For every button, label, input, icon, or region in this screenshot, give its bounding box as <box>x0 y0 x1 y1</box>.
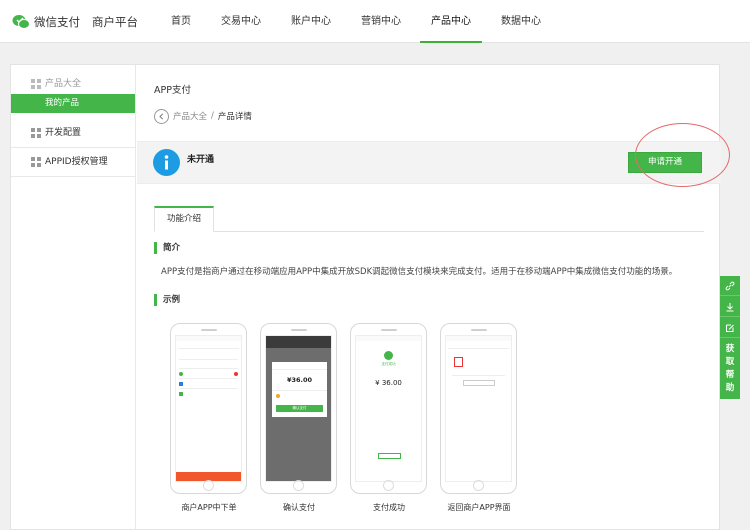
download-button[interactable] <box>720 297 740 317</box>
wechat-pay-logo-icon <box>12 15 30 29</box>
get-help-button[interactable]: 获取帮助 <box>720 339 740 395</box>
link-icon <box>725 281 735 290</box>
sidebar-item-appid-auth-label: APPID授权管理 <box>45 157 108 167</box>
nav-home[interactable]: 首页 <box>160 0 202 43</box>
status-badge: 未开通 <box>187 155 215 165</box>
example-caption: 返回商户APP界面 <box>447 503 511 512</box>
phone-screen <box>445 335 512 482</box>
link-button[interactable] <box>720 276 740 296</box>
nav-trade-center[interactable]: 交易中心 <box>210 0 272 43</box>
sidebar-item-my-products[interactable]: 我的产品 <box>11 94 135 113</box>
phone-success-text: 支付成功 <box>381 362 396 366</box>
floating-toolbar: 获取帮助 <box>720 276 740 399</box>
phone-amount: ¥36.00 <box>286 376 313 384</box>
phone-mockup-order <box>170 323 247 494</box>
phone-amount: ¥ 36.00 <box>375 379 402 387</box>
tab-features[interactable]: 功能介绍 <box>154 206 214 232</box>
status-bar: 未开通 申请开通 <box>137 141 721 184</box>
breadcrumb-current: 产品详情 <box>217 112 252 122</box>
nav-data-center[interactable]: 数据中心 <box>490 0 552 43</box>
example-caption: 支付成功 <box>373 503 405 512</box>
example-caption: 商户APP中下单 <box>181 503 237 512</box>
phone-mockup-confirm: ¥36.00 确认支付 <box>260 323 337 494</box>
feedback-button[interactable] <box>720 318 740 338</box>
sidebar-item-dev-config[interactable]: 开发配置 <box>11 119 135 147</box>
phone-screen <box>175 335 242 482</box>
main-card: 产品大全 我的产品 开发配置 APPID授权管理 APP支付 产品大全 / 产品… <box>10 64 730 530</box>
download-icon <box>726 302 734 311</box>
grid-icon <box>31 157 41 167</box>
sidebar: 产品大全 我的产品 开发配置 APPID授权管理 <box>11 65 136 530</box>
info-icon <box>153 149 180 176</box>
phone-confirm-button: 确认支付 <box>276 405 323 412</box>
chevron-left-icon <box>159 112 164 120</box>
sidebar-item-appid-auth[interactable]: APPID授权管理 <box>11 148 135 176</box>
grid-icon <box>31 128 41 138</box>
sidebar-divider <box>11 176 135 177</box>
nav-product-center[interactable]: 产品中心 <box>420 0 482 43</box>
content-area: APP支付 产品大全 / 产品详情 未开通 申请开通 功能介绍 简介 APP支付… <box>137 65 730 530</box>
back-button[interactable] <box>154 108 169 124</box>
example-caption: 确认支付 <box>283 503 315 512</box>
sidebar-item-dev-config-label: 开发配置 <box>45 128 82 138</box>
highlight-ring-annotation <box>635 123 730 187</box>
section-title-example: 示例 <box>154 294 180 306</box>
sidebar-group-products-label: 产品大全 <box>45 79 82 89</box>
intro-text: APP支付是指商户通过在移动端应用APP中集成开放SDK调起微信支付模块来完成支… <box>161 267 678 277</box>
sidebar-group-products[interactable]: 产品大全 <box>11 74 135 94</box>
phone-mockup-return <box>440 323 517 494</box>
edit-icon <box>726 324 734 332</box>
section-title-intro: 简介 <box>154 242 180 254</box>
nav-marketing-center[interactable]: 营销中心 <box>350 0 412 43</box>
brand-logo[interactable]: 微信支付 商户平台 <box>12 13 138 31</box>
phone-screen: 支付成功 ¥ 36.00 <box>355 335 422 482</box>
phone-mockup-success: 支付成功 ¥ 36.00 <box>350 323 427 494</box>
get-help-label: 获取帮助 <box>725 344 735 393</box>
main-nav: 首页 交易中心 账户中心 营销中心 产品中心 数据中心 <box>160 0 560 43</box>
page-title: APP支付 <box>154 85 191 96</box>
phone-screen: ¥36.00 确认支付 <box>265 335 332 482</box>
brand-name: 微信支付 <box>34 15 80 29</box>
nav-account-center[interactable]: 账户中心 <box>280 0 342 43</box>
top-bar: 微信支付 商户平台 首页 交易中心 账户中心 营销中心 产品中心 数据中心 <box>0 0 750 43</box>
tab-bar: 功能介绍 <box>154 206 704 232</box>
breadcrumb-link-products[interactable]: 产品大全 <box>173 110 207 122</box>
platform-name: 商户平台 <box>92 15 138 29</box>
breadcrumb: 产品大全 / 产品详情 <box>154 108 252 124</box>
grid-icon <box>31 79 41 89</box>
breadcrumb-separator: / <box>211 111 214 121</box>
